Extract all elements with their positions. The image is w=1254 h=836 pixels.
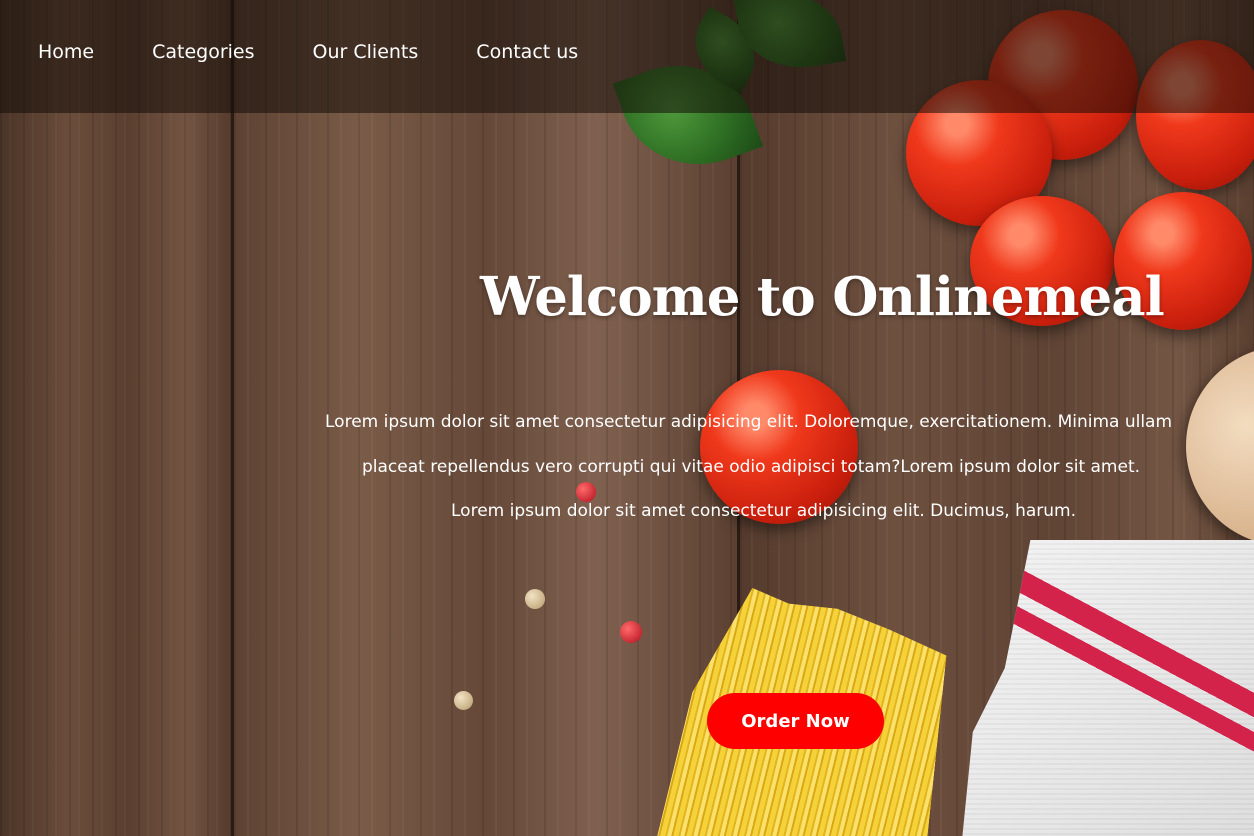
peppercorn xyxy=(454,691,473,710)
nav-link-contact-us[interactable]: Contact us xyxy=(476,40,578,64)
hero-paragraph-line: Lorem ipsum dolor sit amet consectetur a… xyxy=(451,501,1077,521)
hero-paragraph-line: Lorem ipsum dolor sit amet consectetur a… xyxy=(325,412,1173,432)
hero-paragraph: Lorem ipsum dolor sit amet consectetur a… xyxy=(325,400,1254,534)
wood-plank xyxy=(0,0,232,836)
hero-title: Welcome to Onlinemeal xyxy=(480,266,1165,328)
nav-link-home[interactable]: Home xyxy=(38,40,94,64)
hero-paragraph-line: placeat repellendus vero corrupti qui vi… xyxy=(362,456,1141,477)
nav-link-our-clients[interactable]: Our Clients xyxy=(313,40,419,64)
nav-link-categories[interactable]: Categories xyxy=(152,40,254,64)
peppercorn xyxy=(525,589,545,609)
nav-menu: Home Categories Our Clients Contact us xyxy=(38,40,636,64)
peppercorn xyxy=(620,621,642,643)
top-navbar: Home Categories Our Clients Contact us xyxy=(0,0,1254,113)
order-now-button[interactable]: Order Now xyxy=(707,693,884,749)
plank-seam xyxy=(231,0,234,836)
